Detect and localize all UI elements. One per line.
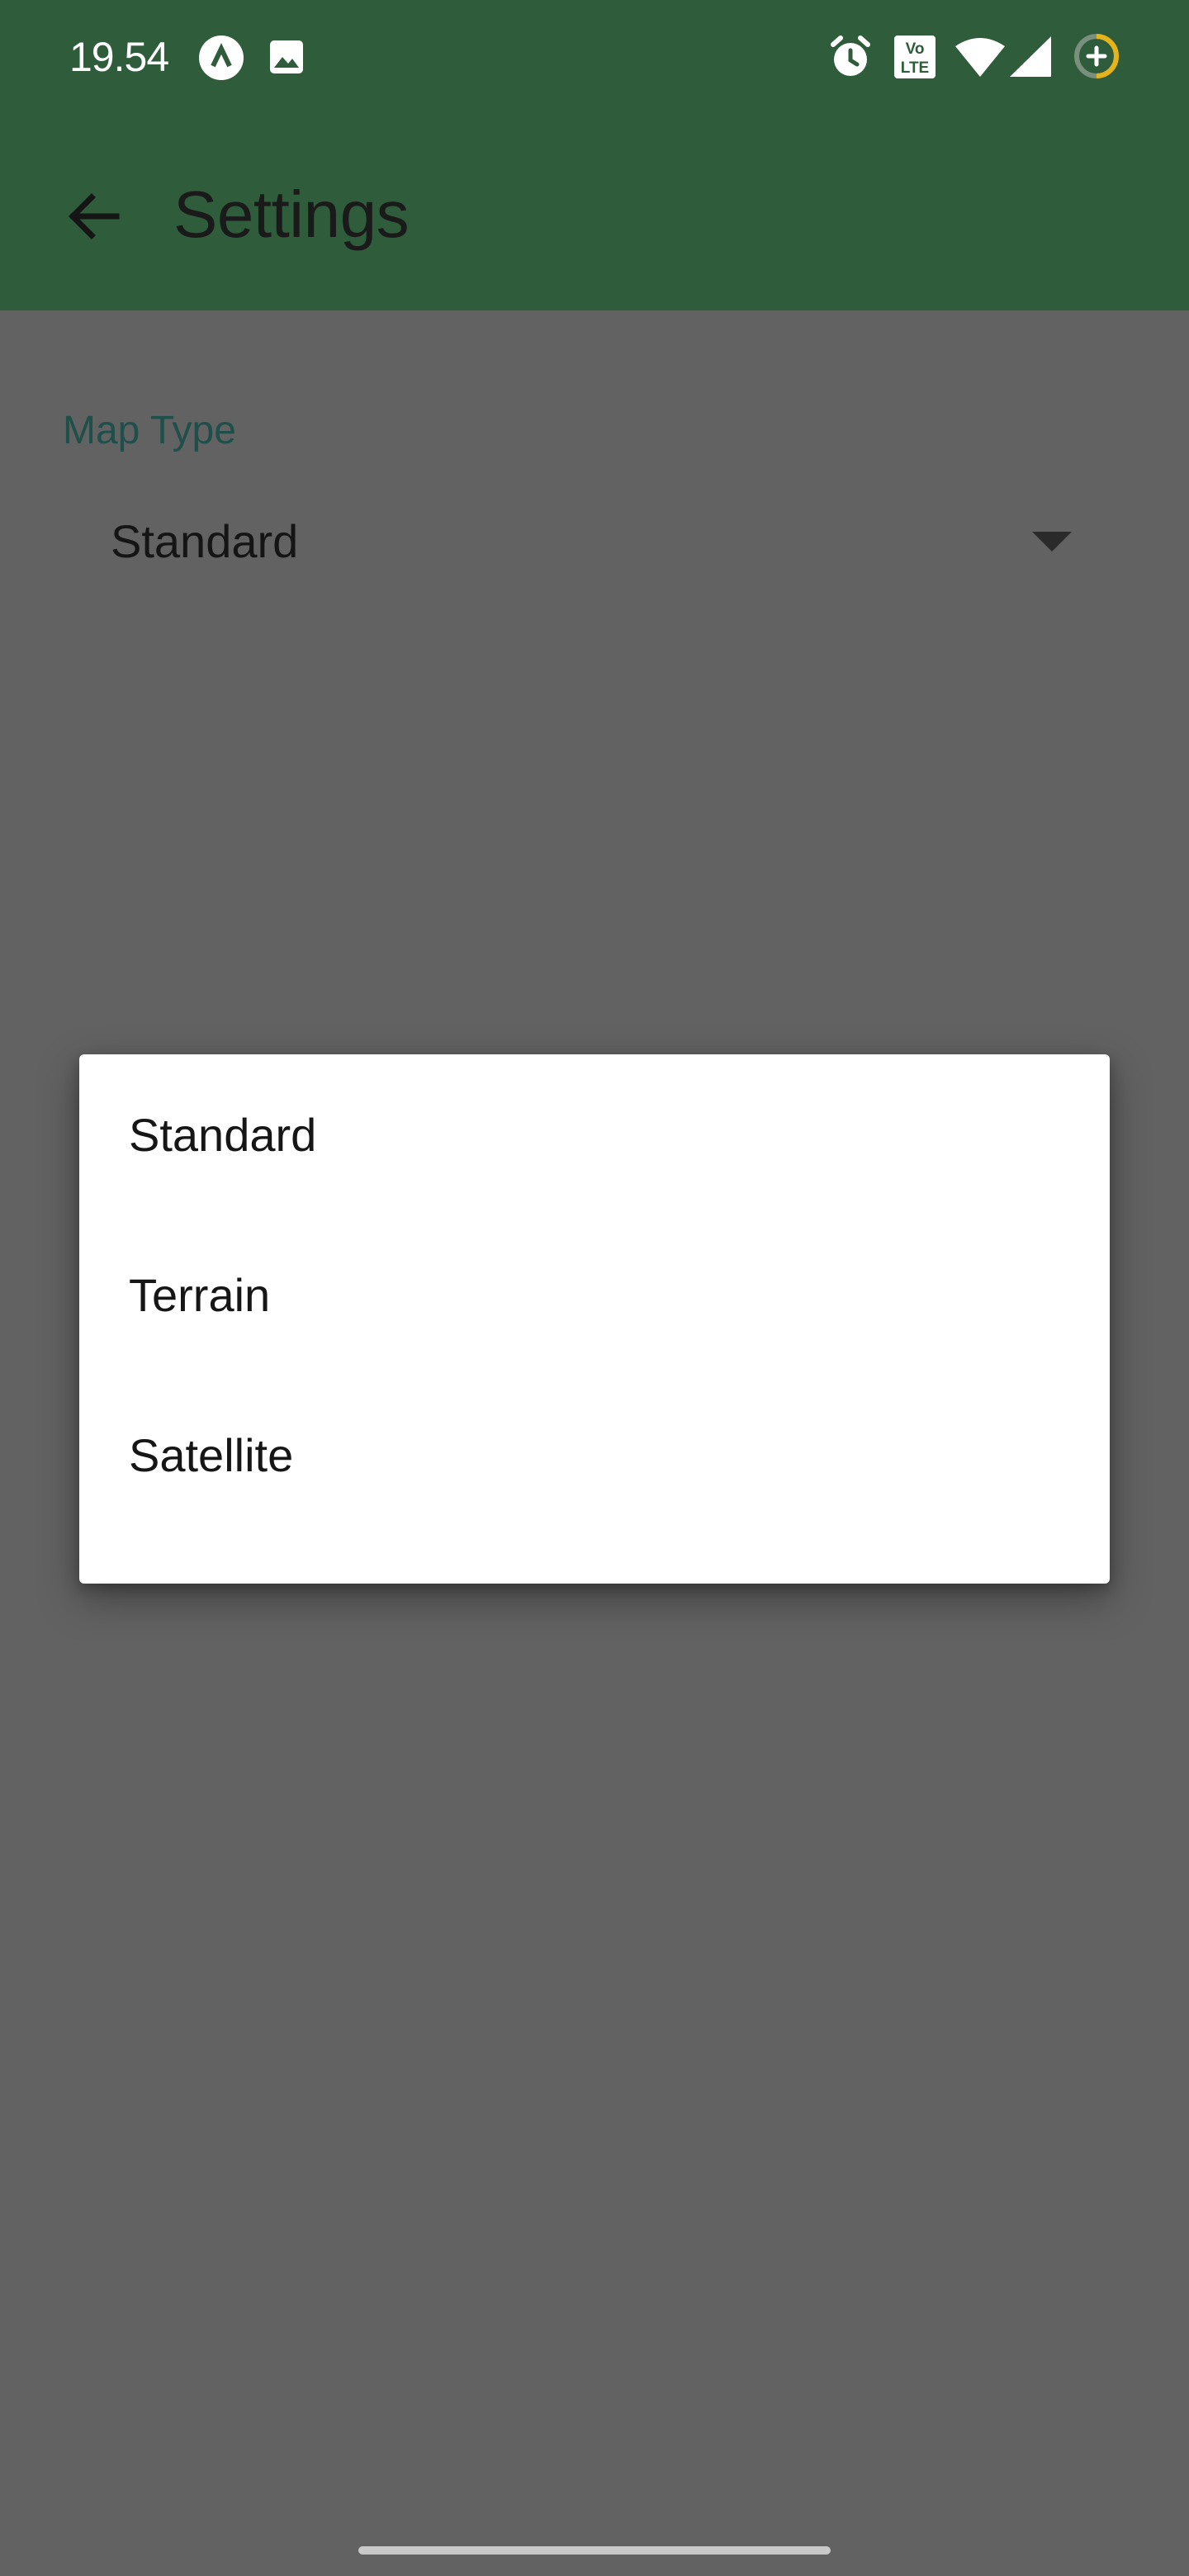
volte-icon: Vo LTE [894,36,936,78]
battery-saver-icon [1074,34,1119,78]
page-title: Settings [173,178,410,251]
toolbar: Settings [0,116,1189,310]
alarm-icon [831,36,870,76]
app-header: 19.54 Vo LTE Settings [0,0,1189,310]
svg-text:Vo: Vo [906,40,925,58]
menu-item-label: Standard [129,1109,317,1161]
arrow-back-icon [69,193,120,239]
map-type-value: Standard [111,515,299,567]
wifi-icon [955,38,1005,77]
gesture-nav-handle[interactable] [358,2546,831,2555]
app-a-icon [199,36,244,80]
map-type-select[interactable]: Standard [63,495,1120,586]
menu-item-label: Terrain [129,1269,271,1321]
dropdown-arrow-icon [1032,532,1072,552]
map-type-label: Map Type [63,409,236,452]
back-button[interactable] [53,175,135,258]
status-bar: 19.54 Vo LTE [0,0,1189,116]
gallery-icon [270,40,303,73]
menu-item-standard[interactable]: Standard [79,1054,1110,1215]
menu-item-satellite[interactable]: Satellite [79,1375,1110,1535]
map-type-menu: Standard Terrain Satellite [79,1054,1110,1584]
status-time: 19.54 [69,34,169,80]
cell-signal-icon [1010,36,1051,77]
menu-item-terrain[interactable]: Terrain [79,1215,1110,1375]
menu-item-label: Satellite [129,1429,294,1481]
svg-text:LTE: LTE [901,59,929,77]
